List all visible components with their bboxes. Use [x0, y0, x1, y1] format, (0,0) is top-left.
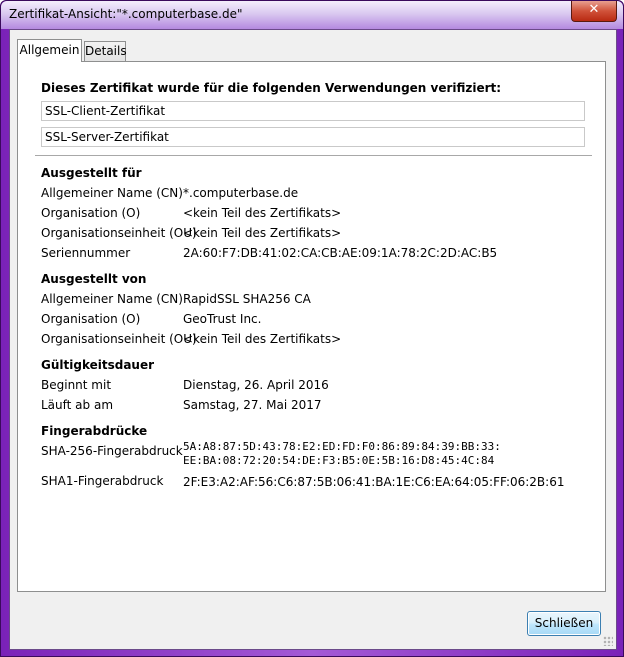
- sha256-value-line1: 5A:A8:87:5D:43:78:E2:ED:FD:F0:86:89:84:3…: [183, 440, 501, 453]
- valid-from-label: Beginnt mit: [41, 378, 112, 392]
- issued-to-o-value: <kein Teil des Zertifikats>: [183, 206, 342, 220]
- issued-by-o-label: Organisation (O): [41, 312, 141, 326]
- serial-number-label: Seriennummer: [41, 246, 131, 260]
- issued-by-cn-label: Allgemeiner Name (CN): [41, 292, 183, 306]
- issued-to-o-label: Organisation (O): [41, 206, 141, 220]
- serial-number-value: 2A:60:F7:DB:41:02:CA:CB:AE:09:1A:78:2C:2…: [183, 246, 498, 260]
- window-title: Zertifikat-Ansicht:"*.computerbase.de": [9, 7, 243, 21]
- divider: [35, 155, 592, 156]
- usage-ssl-client: SSL-Client-Zertifikat: [41, 101, 585, 121]
- sha1-value: 2F:E3:A2:AF:56:C6:87:5B:06:41:BA:1E:C6:E…: [183, 475, 565, 489]
- issued-to-cn-label: Allgemeiner Name (CN): [41, 186, 183, 200]
- title-bar[interactable]: Zertifikat-Ansicht:"*.computerbase.de" ✕: [1, 1, 623, 29]
- fingerprints-title: Fingerabdrücke: [41, 424, 148, 438]
- usage-ssl-server: SSL-Server-Zertifikat: [41, 127, 585, 147]
- issued-to-title: Ausgestellt für: [41, 166, 142, 180]
- sha256-label: SHA-256-Fingerabdruck: [41, 444, 183, 458]
- sha1-label: SHA1-Fingerabdruck: [41, 474, 164, 488]
- dialog-client-area: Allgemein Details Dieses Zertifikat wurd…: [9, 29, 617, 650]
- valid-until-label: Läuft ab am: [41, 398, 114, 412]
- valid-until-value: Samstag, 27. Mai 2017: [183, 398, 322, 412]
- issued-by-ou-value: <kein Teil des Zertifikats>: [183, 332, 342, 346]
- issued-by-o-value: GeoTrust Inc.: [183, 312, 262, 326]
- sha256-value-line2: EE:BA:08:72:20:54:DE:F3:B5:0E:5B:16:D8:4…: [183, 454, 495, 467]
- certificate-viewer-window: Zertifikat-Ansicht:"*.computerbase.de" ✕…: [0, 0, 624, 657]
- general-tab-panel: Dieses Zertifikat wurde für die folgende…: [17, 61, 606, 592]
- valid-from-value: Dienstag, 26. April 2016: [183, 378, 329, 392]
- issued-to-ou-label: Organisationseinheit (OU): [41, 226, 197, 240]
- resize-grip[interactable]: [603, 636, 613, 646]
- validity-title: Gültigkeitsdauer: [41, 358, 155, 372]
- close-icon: ✕: [588, 2, 600, 17]
- window-close-button[interactable]: ✕: [571, 1, 617, 22]
- close-dialog-button[interactable]: Schließen: [527, 611, 601, 636]
- issued-by-cn-value: RapidSSL SHA256 CA: [183, 292, 311, 306]
- issued-by-ou-label: Organisationseinheit (OU): [41, 332, 197, 346]
- issued-by-title: Ausgestellt von: [41, 272, 147, 286]
- tab-general[interactable]: Allgemein: [17, 39, 82, 62]
- verification-heading: Dieses Zertifikat wurde für die folgende…: [41, 81, 502, 95]
- tab-details[interactable]: Details: [84, 41, 127, 61]
- issued-to-cn-value: *.computerbase.de: [183, 186, 299, 200]
- issued-to-ou-value: <kein Teil des Zertifikats>: [183, 226, 342, 240]
